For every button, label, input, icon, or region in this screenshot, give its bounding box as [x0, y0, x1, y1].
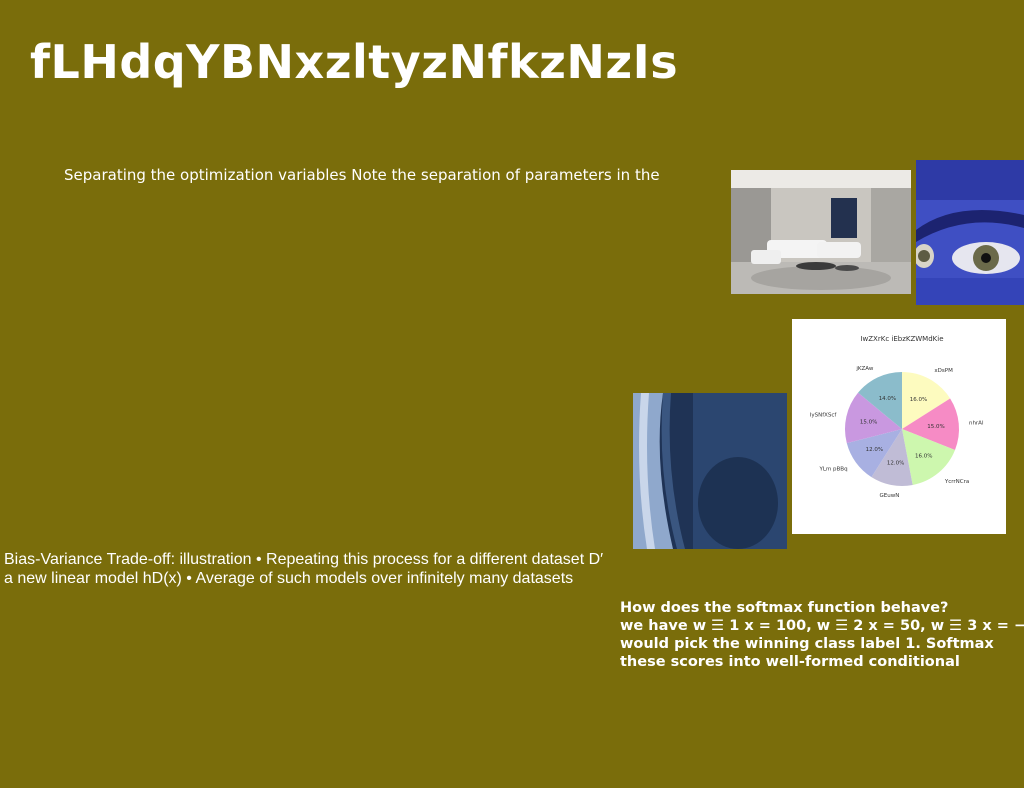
pie-category-label: xDsPM — [934, 368, 953, 374]
pie-value-label: 12.0% — [887, 461, 904, 467]
pie-value-label: 15.0% — [927, 424, 944, 430]
pie-value-label: 15.0% — [860, 420, 877, 426]
pie-category-label: IySNfXScf — [810, 412, 838, 418]
living-room-photo — [731, 170, 911, 294]
bias-line-2: a new linear model hD(x) • Average of su… — [4, 570, 574, 587]
bias-line-1: Bias-Variance Trade-off: illustration • … — [4, 551, 604, 568]
pie-value-label: 14.0% — [879, 396, 896, 402]
softmax-line-4: these scores into well-formed conditiona… — [620, 654, 960, 670]
pie-category-label: GEuwN — [879, 493, 899, 499]
pie-chart: IwZXrKc iEbzKZWMdKie 16.0% xDsPM 15.0% nhrA… — [792, 319, 1006, 534]
eye-photo — [916, 160, 1024, 305]
bias-variance-text: Bias-Variance Trade-off: illustration • … — [4, 550, 603, 588]
pie-category-label: YcrrNCra — [944, 479, 969, 485]
hair-photo — [633, 393, 787, 549]
pie-value-label: 16.0% — [915, 453, 932, 459]
pie-value-label: 16.0% — [910, 397, 927, 403]
chart-title: IwZXrKc iEbzKZWMdKie — [860, 335, 943, 343]
softmax-line-3: would pick the winning class label 1. So… — [620, 636, 994, 652]
subtitle-text: Separating the optimization variables No… — [64, 166, 660, 184]
softmax-text: How does the softmax function behave? we… — [620, 599, 1024, 671]
pie-category-label: jKZAw — [855, 366, 873, 372]
page-title: fLHdqYBNxzltyzNfkzNzIs — [30, 35, 679, 89]
pie-category-label: nhrAl — [969, 421, 984, 427]
softmax-line-2: we have w ☰ 1 x = 100, w ☰ 2 x = 50, w ☰… — [620, 618, 1024, 634]
pie-value-label: 12.0% — [866, 447, 883, 453]
softmax-line-1: How does the softmax function behave? — [620, 600, 949, 616]
pie-category-label: YLm pBBq — [819, 467, 848, 473]
